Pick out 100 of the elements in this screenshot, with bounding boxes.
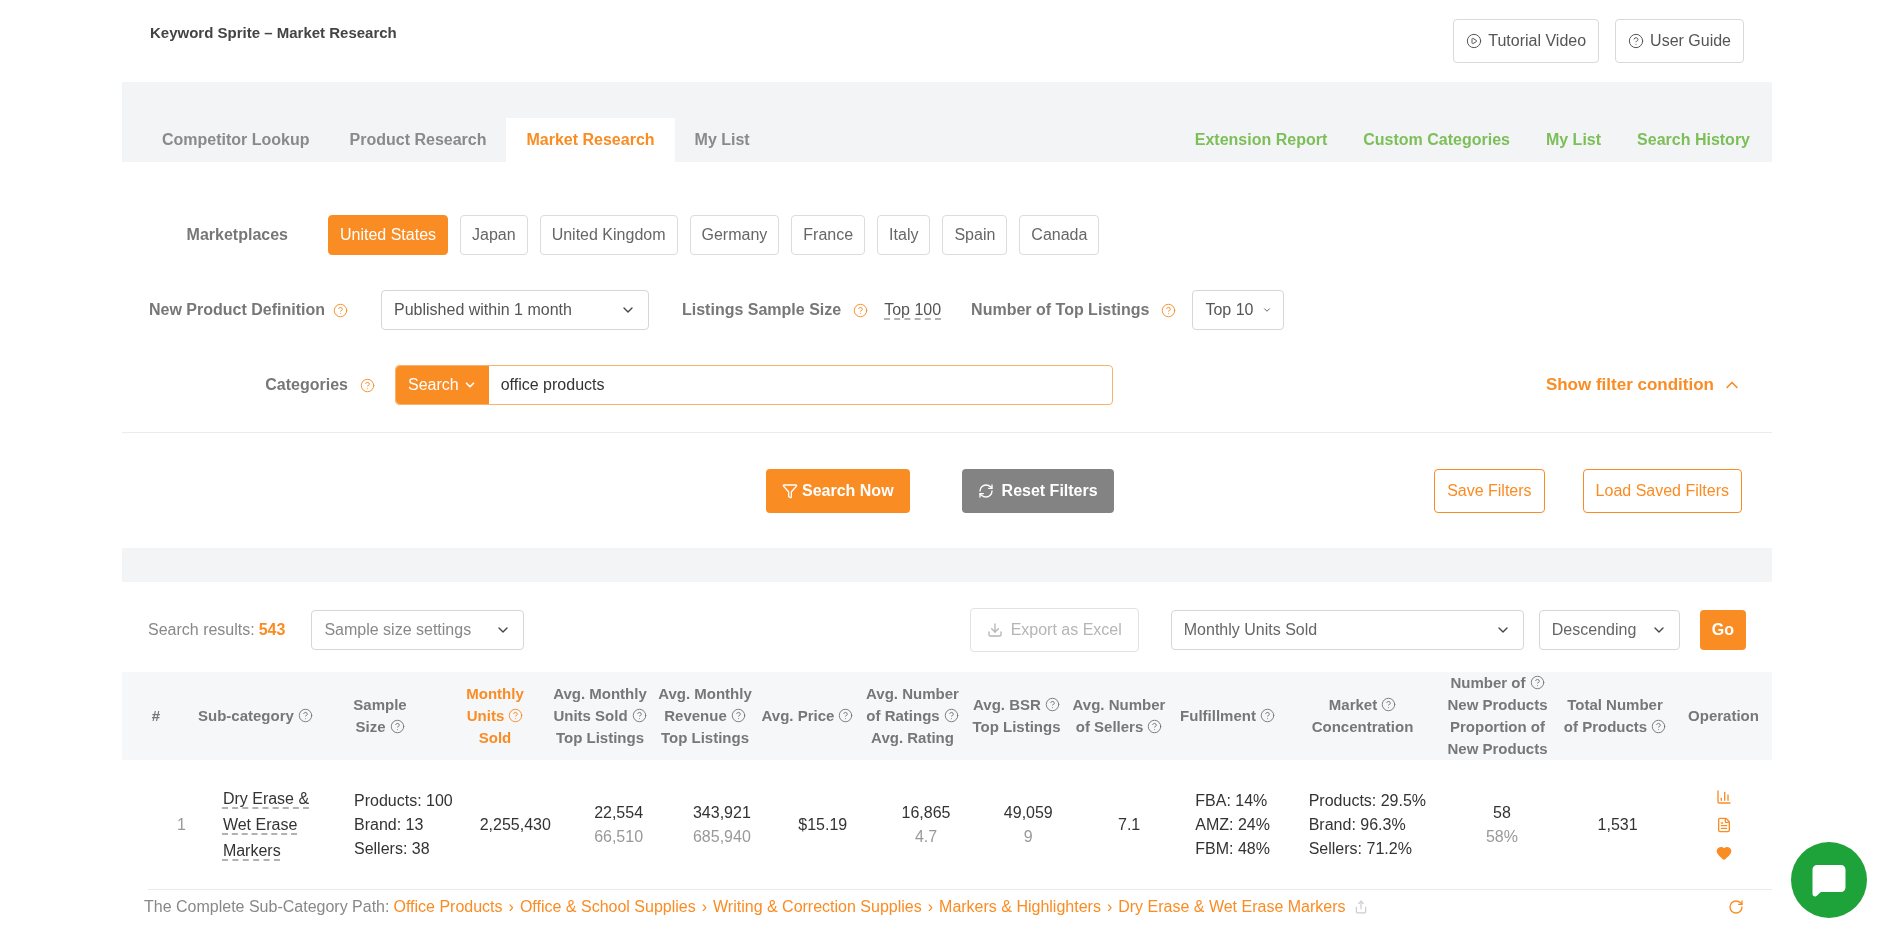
table-cell-text: 16,865: [901, 802, 951, 823]
table-cell-text: 7.1: [1118, 814, 1141, 835]
column-header: Monthly: [466, 684, 524, 704]
save-filters-button[interactable]: Save Filters: [1434, 468, 1545, 513]
help-icon[interactable]: [1161, 302, 1177, 318]
table-cell-text: Sellers: 71.2%: [1308, 838, 1412, 859]
tutorial-video-button[interactable]: Tutorial Video: [1453, 19, 1600, 63]
table-cell-text: 4.7: [914, 826, 938, 847]
help-icon[interactable]: [1044, 697, 1060, 712]
marketplace-option[interactable]: Japan: [460, 215, 528, 255]
help-icon[interactable]: [1147, 719, 1163, 734]
path-link[interactable]: Office Products: [393, 895, 503, 919]
sort-by-select[interactable]: Monthly Units Sold: [1170, 610, 1524, 650]
results-count: 543: [258, 620, 286, 640]
go-button[interactable]: Go: [1699, 610, 1746, 650]
path-link[interactable]: Office & School Supplies: [519, 895, 696, 919]
table-cell-text: 9: [1023, 826, 1033, 847]
column-header: Fulfillment: [1180, 705, 1275, 727]
column-header: Avg. Number: [866, 684, 959, 704]
document-icon[interactable]: [1716, 816, 1733, 833]
help-icon[interactable]: [943, 708, 959, 723]
table-cell-text: Brand: 13: [354, 814, 424, 835]
chart-icon[interactable]: [1716, 788, 1733, 805]
table-cell-text: Products: 100: [354, 790, 453, 811]
tab[interactable]: Product Research: [329, 118, 507, 162]
column-header: Sub-category: [198, 705, 313, 727]
show-filter-toggle[interactable]: Show filter condition: [1545, 372, 1742, 398]
load-saved-filters-button[interactable]: Load Saved Filters: [1582, 468, 1742, 513]
column-header: Avg. Rating: [871, 728, 954, 748]
nav-link[interactable]: Extension Report: [1194, 128, 1328, 152]
new-product-select[interactable]: Published within 1 month: [381, 290, 649, 330]
search-now-button[interactable]: Search Now: [766, 468, 910, 513]
field-label: Marketplaces: [185, 225, 288, 245]
tab[interactable]: Competitor Lookup: [142, 118, 330, 162]
help-icon[interactable]: [1529, 675, 1545, 690]
heart-icon[interactable]: [1716, 844, 1733, 861]
marketplace-option[interactable]: Canada: [1019, 215, 1100, 255]
help-icon[interactable]: [730, 708, 746, 723]
user-guide-button[interactable]: User Guide: [1615, 19, 1744, 63]
column-header: Concentration: [1311, 717, 1414, 737]
help-icon[interactable]: [360, 377, 375, 393]
help-icon[interactable]: [1259, 708, 1275, 723]
path-link[interactable]: Writing & Correction Supplies: [713, 895, 922, 919]
tab[interactable]: My List: [674, 118, 770, 162]
help-icon[interactable]: [333, 302, 348, 318]
table-cell-text: Sellers: 38: [354, 838, 430, 859]
order-select[interactable]: Descending: [1538, 610, 1680, 650]
table-cell-text: $15.19: [798, 814, 848, 835]
column-header: Top Listings: [660, 728, 749, 748]
column-header: #: [151, 706, 161, 726]
table-cell-text: 343,921: [692, 802, 751, 823]
page-title: Keyword Sprite – Market Research: [150, 23, 397, 43]
column-header: Avg. Monthly: [658, 684, 752, 704]
sample-size-select[interactable]: Sample size settings: [311, 610, 525, 650]
top-listings-select[interactable]: Top 10: [1192, 290, 1285, 330]
marketplace-option[interactable]: United Kingdom: [539, 215, 678, 255]
column-header: Top Listings: [555, 728, 644, 748]
column-header: Number of: [1450, 672, 1545, 694]
table-cell-text: Products: 29.5%: [1308, 790, 1427, 811]
path-link[interactable]: Dry Erase & Wet Erase Markers: [1118, 895, 1346, 919]
chat-icon: [1811, 862, 1847, 898]
path-label: The Complete Sub-Category Path:: [144, 897, 390, 917]
table-cell-text: 66,510: [594, 826, 644, 847]
refresh-icon[interactable]: [1728, 899, 1744, 915]
table-cell-text: 685,940: [692, 826, 751, 847]
help-icon[interactable]: [1381, 697, 1397, 712]
nav-link[interactable]: My List: [1545, 128, 1602, 152]
table-cell-text: 1: [177, 814, 186, 835]
help-icon[interactable]: [838, 708, 854, 723]
download-icon: [986, 622, 1003, 638]
reset-filters-button[interactable]: Reset Filters: [961, 468, 1114, 513]
column-header: of Sellers: [1075, 716, 1163, 738]
nav-link[interactable]: Custom Categories: [1363, 128, 1510, 152]
help-icon[interactable]: [508, 708, 524, 723]
marketplace-option[interactable]: Italy: [877, 215, 931, 255]
marketplace-option[interactable]: United States: [328, 215, 449, 255]
path-link[interactable]: Markers & Highlighters: [939, 895, 1101, 919]
tab[interactable]: Market Research: [506, 118, 675, 162]
table-cell-text: 58%: [1485, 826, 1518, 847]
help-icon[interactable]: [853, 302, 869, 318]
help-icon[interactable]: [389, 719, 405, 734]
search-mode-dropdown[interactable]: Search: [396, 366, 489, 404]
marketplace-option[interactable]: Spain: [942, 215, 1008, 255]
subcategory-link[interactable]: Dry Erase & Wet Erase Markers: [222, 785, 315, 864]
marketplace-option[interactable]: Germany: [689, 215, 780, 255]
column-header: Proportion of: [1450, 717, 1545, 737]
help-icon[interactable]: [1651, 719, 1667, 734]
column-header: Size: [355, 716, 405, 738]
column-header: Operation: [1688, 706, 1759, 726]
path-separator: ›: [701, 897, 708, 917]
column-header: Top Listings: [972, 717, 1061, 737]
sample-size-value[interactable]: Top 100: [884, 298, 942, 322]
column-header: New Products: [1447, 739, 1548, 759]
category-search-field[interactable]: Search office products: [395, 365, 1113, 405]
nav-link[interactable]: Search History: [1637, 128, 1750, 152]
help-icon[interactable]: [631, 708, 647, 723]
column-header: Sample: [353, 695, 407, 715]
marketplace-option[interactable]: France: [791, 215, 866, 255]
column-header: Avg. BSR: [973, 694, 1060, 716]
help-icon[interactable]: [297, 708, 313, 723]
